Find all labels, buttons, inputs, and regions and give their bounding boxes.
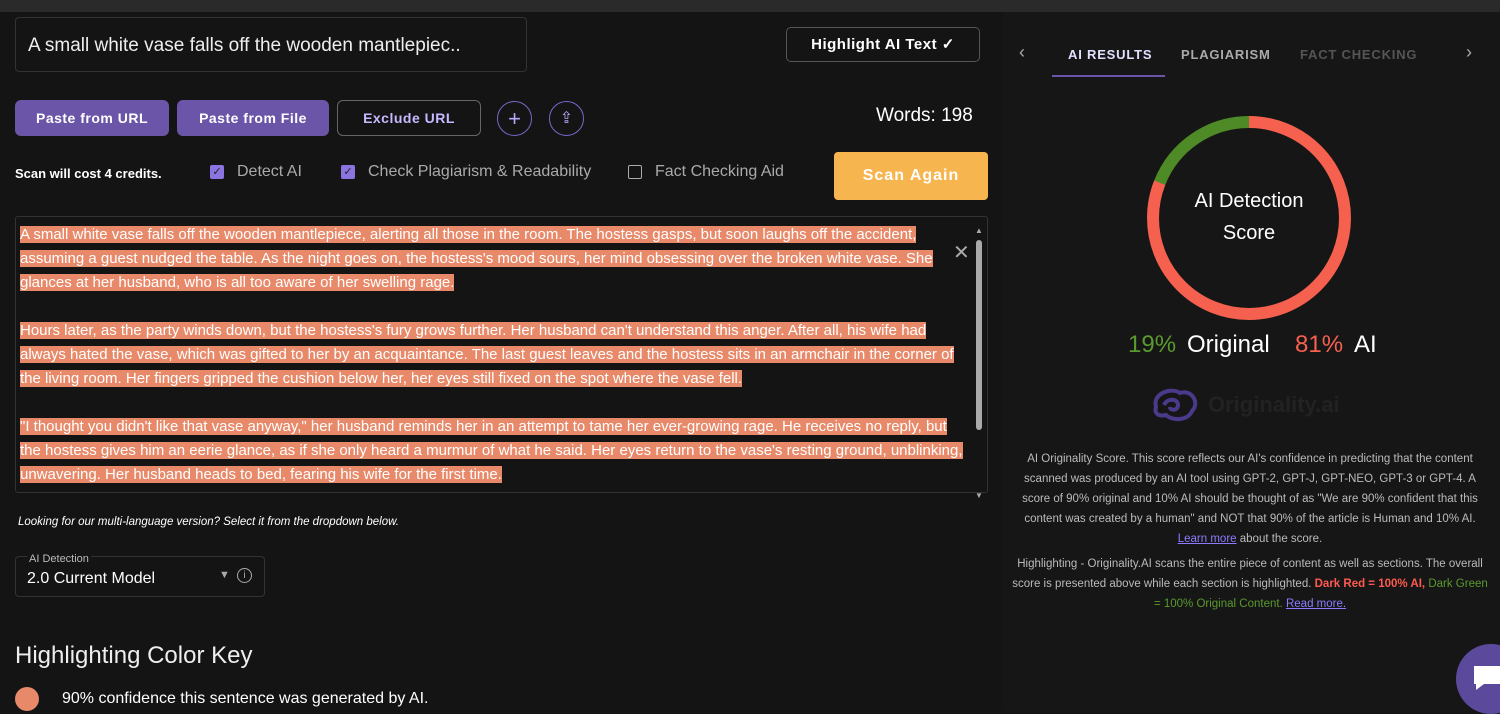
highlighted-text: Hours later, as the party winds down, bu…	[20, 322, 954, 387]
word-count: Words: 198	[876, 105, 973, 126]
checkbox-label: Check Plagiarism & Readability	[368, 163, 592, 180]
dark-red-key: Dark Red = 100% AI,	[1314, 578, 1426, 590]
browser-top-strip	[0, 0, 1500, 12]
ai-percent: 81%	[1295, 331, 1344, 358]
checkbox-checked-icon[interactable]: ✓	[341, 165, 355, 179]
scrollbar-thumb[interactable]	[976, 240, 982, 430]
exclude-url-button[interactable]: Exclude URL	[337, 100, 481, 136]
learn-more-link[interactable]: Learn more	[1178, 533, 1237, 545]
textarea-scrollbar[interactable]: ▲ ▼	[973, 226, 985, 500]
highlighted-text: A small white vase falls off the wooden …	[20, 226, 933, 291]
tab-ai-results[interactable]: AI RESULTS	[1068, 47, 1152, 62]
color-key-text: 90% confidence this sentence was generat…	[62, 690, 429, 707]
paragraph: A small white vase falls off the wooden …	[20, 223, 963, 295]
detect-ai-checkbox[interactable]: ✓ Detect AI	[210, 163, 302, 181]
score-label-line2: Score	[1222, 222, 1276, 244]
tabs-next-icon[interactable]: ›	[1466, 42, 1472, 63]
share-icon[interactable]: ⇪	[549, 101, 584, 136]
checkbox-checked-icon[interactable]: ✓	[210, 165, 224, 179]
paste-from-file-button[interactable]: Paste from File	[177, 100, 329, 136]
tab-fact-checking[interactable]: FACT CHECKING	[1300, 47, 1417, 62]
color-key-heading: Highlighting Color Key	[15, 642, 253, 669]
donut-center-label: AI Detection Score	[1170, 185, 1328, 249]
add-icon[interactable]: +	[497, 101, 532, 136]
checkbox-unchecked-icon[interactable]	[628, 165, 642, 179]
logo-text: Originality.ai	[1208, 392, 1340, 417]
scan-again-button[interactable]: Scan Again	[834, 152, 988, 200]
model-select-label: AI Detection	[27, 553, 91, 565]
document-title-input[interactable]: A small white vase falls off the wooden …	[15, 17, 527, 72]
score-label-line1: AI Detection	[1194, 190, 1304, 212]
desc-text: AI Originality Score. This score reflect…	[1022, 453, 1478, 525]
originality-logo: Originality.ai	[1148, 385, 1340, 425]
clear-text-icon[interactable]: ✕	[953, 240, 970, 265]
tabs-prev-icon[interactable]: ‹	[1019, 42, 1025, 63]
model-select-value: 2.0 Current Model	[27, 570, 156, 587]
paste-from-url-button[interactable]: Paste from URL	[15, 100, 169, 136]
checkbox-label: Detect AI	[237, 163, 302, 180]
model-select[interactable]: AI Detection 2.0 Current Model ▼ i	[15, 553, 265, 597]
scan-cost: Scan will cost 4 credits.	[15, 166, 162, 181]
plagiarism-checkbox[interactable]: ✓ Check Plagiarism & Readability	[341, 163, 591, 181]
active-tab-indicator	[1052, 75, 1165, 77]
chevron-down-icon[interactable]: ▼	[219, 569, 230, 581]
ai-label: AI	[1354, 331, 1377, 358]
content-textarea[interactable]: A small white vase falls off the wooden …	[15, 216, 988, 493]
original-percent: 19%	[1128, 331, 1177, 358]
score-description: AI Originality Score. This score reflect…	[1010, 449, 1490, 614]
highlighted-text: "I thought you didn't like that vase any…	[20, 418, 963, 483]
chat-icon	[1474, 666, 1500, 690]
tab-plagiarism[interactable]: PLAGIARISM	[1181, 47, 1271, 62]
paragraph: "I thought you didn't like that vase any…	[20, 415, 963, 487]
checkbox-label: Fact Checking Aid	[655, 163, 784, 180]
info-icon[interactable]: i	[237, 568, 252, 583]
read-more-link[interactable]: Read more.	[1286, 598, 1346, 610]
desc-text-end: about the score.	[1236, 533, 1323, 545]
brain-logo-icon	[1153, 388, 1198, 422]
highlight-ai-text-button[interactable]: Highlight AI Text ✓	[786, 27, 980, 62]
paragraph: Hours later, as the party winds down, bu…	[20, 319, 963, 391]
color-key-swatch	[15, 687, 39, 711]
multilanguage-hint: Looking for our multi-language version? …	[18, 516, 399, 528]
original-label: Original	[1187, 331, 1270, 358]
fact-checking-checkbox[interactable]: Fact Checking Aid	[628, 163, 784, 181]
